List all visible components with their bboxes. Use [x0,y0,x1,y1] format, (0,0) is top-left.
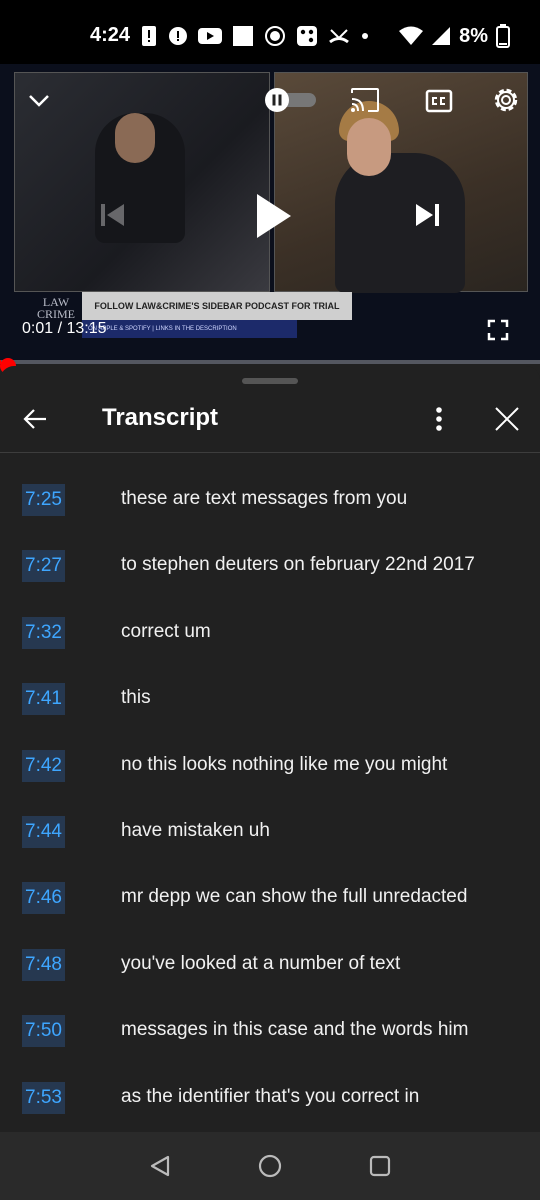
previous-button[interactable] [94,200,130,230]
transcript-row[interactable]: 7:32 correct um [0,599,540,665]
radio-icon [265,26,285,46]
square-icon [233,26,253,46]
cast-icon [351,88,379,112]
channel-logo: LAW CRIME [32,296,80,320]
row-text: to stephen deuters on february 22nd 2017 [121,554,475,576]
row-text: mr depp we can show the full unredacted [121,886,468,908]
nav-home-button[interactable] [254,1150,286,1182]
more-options-button[interactable] [424,402,454,436]
back-button[interactable] [18,402,52,436]
skip-next-icon [416,204,439,226]
info-icon [169,27,187,45]
row-timestamp[interactable]: 7:32 [22,616,65,649]
transcript-row[interactable]: 7:48 you've looked at a number of text [0,931,540,997]
settings-icon [494,88,518,112]
video-banner: FOLLOW LAW&CRIME'S SIDEBAR PODCAST FOR T… [82,292,352,339]
play-icon [257,194,291,238]
time-separator: / [53,320,67,337]
transcript-row[interactable]: 7:46 mr depp we can show the full unreda… [0,864,540,930]
row-text: you've looked at a number of text [121,952,401,974]
row-timestamp[interactable]: 7:25 [22,484,65,516]
signal-icon [432,27,451,45]
dot-icon [362,33,368,39]
video-player[interactable]: LAW CRIME FOLLOW LAW&CRIME'S SIDEBAR POD… [0,64,540,364]
row-timestamp[interactable]: 7:50 [22,1015,65,1048]
system-nav-bar [0,1132,540,1200]
header-divider [0,452,540,453]
youtube-icon [198,28,222,44]
captions-button[interactable] [424,86,454,116]
duration: 13:15 [66,320,107,337]
fullscreen-button[interactable] [484,316,512,344]
row-timestamp[interactable]: 7:53 [22,1081,65,1114]
current-time: 0:01 [22,320,54,337]
transcript-row[interactable]: 7:53 as the identifier that's you correc… [0,1064,540,1130]
transcript-header: Transcript [0,388,540,452]
cast-button[interactable] [348,84,382,116]
more-vert-icon [436,407,442,431]
row-timestamp[interactable]: 7:27 [22,550,65,583]
row-timestamp[interactable]: 7:41 [22,683,65,716]
row-text: as the identifier that's you correct in [121,1085,420,1107]
system-status: 8% [399,22,510,50]
row-text: correct um [121,620,211,642]
transcript-row[interactable]: 7:50 messages in this case and the words… [0,997,540,1063]
pause-toggle-icon [265,88,316,112]
battery-icon [496,24,510,48]
nav-recents-icon [369,1155,391,1177]
status-bar: 4:24 8% [0,0,540,64]
autoplay-toggle[interactable] [264,86,318,114]
nav-back-icon [150,1155,170,1177]
drag-handle[interactable] [242,378,298,384]
transcript-panel: Transcript 7:25 these are text messages … [0,366,540,1132]
battery-percent: 8% [459,24,488,47]
row-timestamp[interactable]: 7:46 [22,882,65,915]
row-text: no this looks nothing like me you might [121,753,448,775]
fullscreen-icon [487,319,509,341]
face-left [115,113,155,163]
wifi-icon [399,26,424,45]
close-icon [495,407,519,431]
next-button[interactable] [410,200,446,230]
settings-button[interactable] [490,84,522,116]
playback-time: 0:01 / 13:15 [22,320,107,338]
skip-previous-icon [101,204,124,226]
minimize-button[interactable] [24,86,54,116]
status-time: 4:24 [90,24,131,46]
row-text: this [121,687,151,709]
notification-icons [140,24,370,48]
logo-line2: CRIME [36,307,75,321]
play-button[interactable] [250,188,296,244]
transcript-row[interactable]: 7:44 have mistaken uh [0,798,540,864]
close-button[interactable] [490,402,524,436]
row-text: have mistaken uh [121,820,270,841]
row-text: messages in this case and the words him [121,1019,469,1041]
row-timestamp[interactable]: 7:42 [22,749,65,782]
row-timestamp[interactable]: 7:44 [22,816,65,848]
missed-call-icon [329,29,349,44]
alert-icon [142,26,156,46]
nav-back-button[interactable] [144,1152,176,1180]
row-timestamp[interactable]: 7:48 [22,948,65,981]
progress-bar[interactable] [0,360,540,364]
back-arrow-icon [23,409,46,429]
transcript-row[interactable]: 7:42 no this looks nothing like me you m… [0,732,540,798]
nav-home-icon [258,1154,282,1178]
panel-title: Transcript [102,404,219,431]
transcript-row[interactable]: 7:41 this [0,665,540,731]
chevron-down-icon [29,95,49,107]
cc-icon [425,89,453,113]
video-subbanner: ON APPLE & SPOTIFY | LINKS IN THE DESCRI… [82,320,297,338]
transcript-row[interactable]: 7:27 to stephen deuters on february 22nd… [0,532,540,598]
row-text: these are text messages from you [121,488,408,509]
face-right [347,118,391,176]
nav-recents-button[interactable] [364,1150,396,1182]
transcript-row[interactable]: 7:25 these are text messages from you [0,466,540,532]
dice-icon [297,26,317,46]
